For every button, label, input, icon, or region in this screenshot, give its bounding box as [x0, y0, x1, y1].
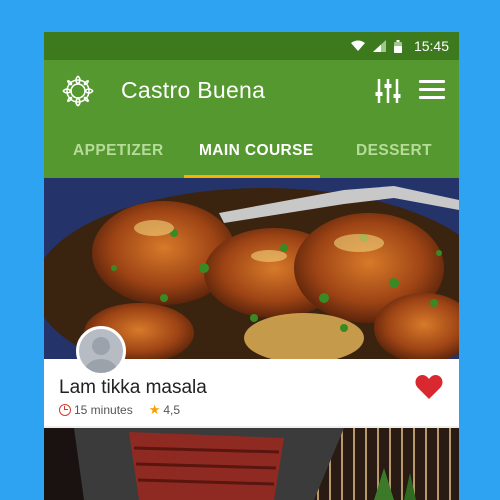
app-title: Castro Buena: [121, 77, 266, 103]
recipe-rating: 4,5: [163, 403, 181, 417]
category-tabs: APPETIZER MAIN COURSE DESSERT: [44, 122, 459, 178]
recipe-card[interactable]: Lam tikka masala 15 minutes ★ 4,5: [44, 178, 459, 426]
star-icon: ★: [148, 402, 161, 417]
status-bar: 15:45: [44, 32, 459, 60]
wifi-icon: [350, 40, 365, 51]
tab-appetizer[interactable]: APPETIZER: [73, 122, 164, 178]
recipe-title: Lam tikka masala: [59, 377, 207, 398]
user-placeholder-icon: [85, 337, 117, 373]
phone-screen: 15:45 Castro Buena APPETIZER MAIN COURSE: [44, 32, 459, 500]
app-bar: Castro Buena: [44, 60, 459, 122]
recipe-photo-2[interactable]: [44, 428, 459, 500]
sliders-icon[interactable]: [375, 77, 401, 105]
signal-icon: [372, 40, 386, 52]
hamburger-menu-icon[interactable]: [419, 80, 445, 102]
recipe-meta: 15 minutes ★ 4,5: [59, 402, 180, 418]
status-time: 15:45: [413, 38, 449, 54]
mandala-logo-icon[interactable]: [61, 74, 95, 108]
battery-icon: [393, 39, 402, 53]
recipe-duration: 15 minutes: [74, 403, 133, 417]
tab-main-course[interactable]: MAIN COURSE: [199, 122, 314, 178]
heart-icon[interactable]: [415, 374, 443, 400]
tab-dessert[interactable]: DESSERT: [356, 122, 432, 178]
clock-icon: [59, 404, 71, 416]
avatar[interactable]: [76, 326, 126, 376]
